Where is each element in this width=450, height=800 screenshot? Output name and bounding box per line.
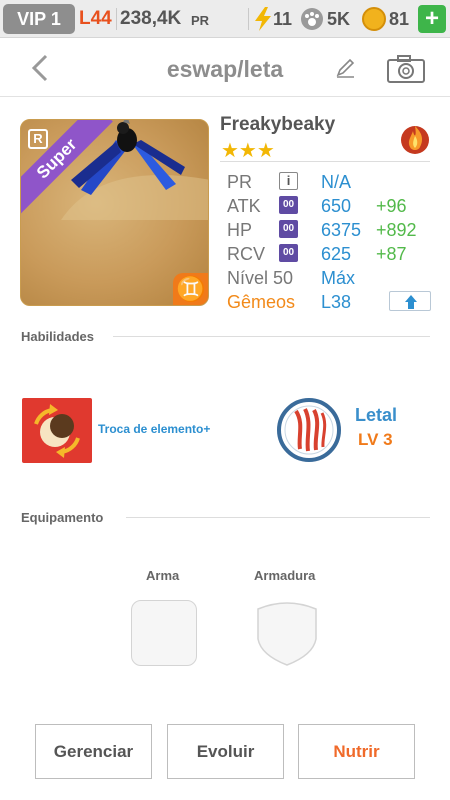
equipment-heading: Equipamento <box>21 510 104 525</box>
level-label: Nível 50 <box>227 268 294 288</box>
armor-shield-slot[interactable] <box>255 599 319 667</box>
hp-label: HP <box>227 220 253 240</box>
energy-count: 11 <box>273 9 293 29</box>
monster-name: Freakybeaky <box>220 114 336 135</box>
power-rating-value: 238,4K <box>120 8 182 29</box>
monster-portrait[interactable]: Super R ♊ <box>20 119 209 306</box>
rcv-bonus: +87 <box>376 244 407 264</box>
divider <box>116 8 117 30</box>
atk-stat-icon: 00 <box>279 196 298 214</box>
weapon-label: Arma <box>146 568 180 583</box>
evolve-button[interactable]: Evoluir <box>167 724 284 779</box>
paw-icon <box>301 8 323 30</box>
vip-badge[interactable]: VIP 1 <box>3 4 75 34</box>
twins-level: L38 <box>321 292 352 312</box>
power-rating-unit: PR <box>191 13 210 28</box>
coin-count: 81 <box>389 9 410 29</box>
hp-stat-icon: 00 <box>279 220 298 238</box>
arrow-up-icon <box>405 295 417 309</box>
gemini-element-icon: ♊ <box>173 273 208 305</box>
divider <box>126 517 430 518</box>
fire-element-icon <box>401 126 429 154</box>
star-rating: ★★★ <box>221 140 275 162</box>
camera-icon[interactable] <box>386 54 426 84</box>
atk-label: ATK <box>227 196 261 216</box>
divider <box>113 336 430 337</box>
hp-bonus: +892 <box>376 220 417 240</box>
pr-value: N/A <box>321 172 352 192</box>
atk-bonus: +96 <box>376 196 407 216</box>
element-swap-skill-icon[interactable] <box>22 398 92 463</box>
twins-label: Gêmeos <box>227 292 296 312</box>
divider <box>220 161 430 162</box>
player-level: L44 <box>79 8 112 29</box>
paw-count: 5K <box>327 9 351 29</box>
rcv-value: 625 <box>321 244 352 264</box>
weapon-slot[interactable] <box>131 600 197 666</box>
abilities-heading: Habilidades <box>21 329 94 344</box>
coin-icon <box>362 7 386 31</box>
armor-label: Armadura <box>254 568 316 583</box>
level-value: Máx <box>321 268 356 288</box>
leader-skill-name[interactable]: Letal <box>355 405 397 426</box>
feed-button[interactable]: Nutrir <box>298 724 415 779</box>
manage-button[interactable]: Gerenciar <box>35 724 152 779</box>
upgrade-twins-button[interactable] <box>389 291 431 311</box>
leader-skill-level: LV 3 <box>358 430 393 449</box>
pr-label: PR <box>227 172 253 192</box>
lightning-icon <box>255 7 271 31</box>
rarity-badge: R <box>28 129 48 149</box>
hp-value: 6375 <box>321 220 362 240</box>
page-title: eswap/leta <box>166 56 284 82</box>
rcv-label: RCV <box>227 244 266 264</box>
divider <box>248 8 249 30</box>
rcv-stat-icon: 00 <box>279 244 298 262</box>
claw-slash-icon[interactable] <box>276 397 342 463</box>
info-icon[interactable]: i <box>279 172 298 190</box>
atk-value: 650 <box>321 196 352 216</box>
skill-name[interactable]: Troca de elemento+ <box>98 422 210 436</box>
edit-pencil-icon[interactable] <box>334 56 358 80</box>
add-coins-button[interactable]: + <box>418 5 446 33</box>
